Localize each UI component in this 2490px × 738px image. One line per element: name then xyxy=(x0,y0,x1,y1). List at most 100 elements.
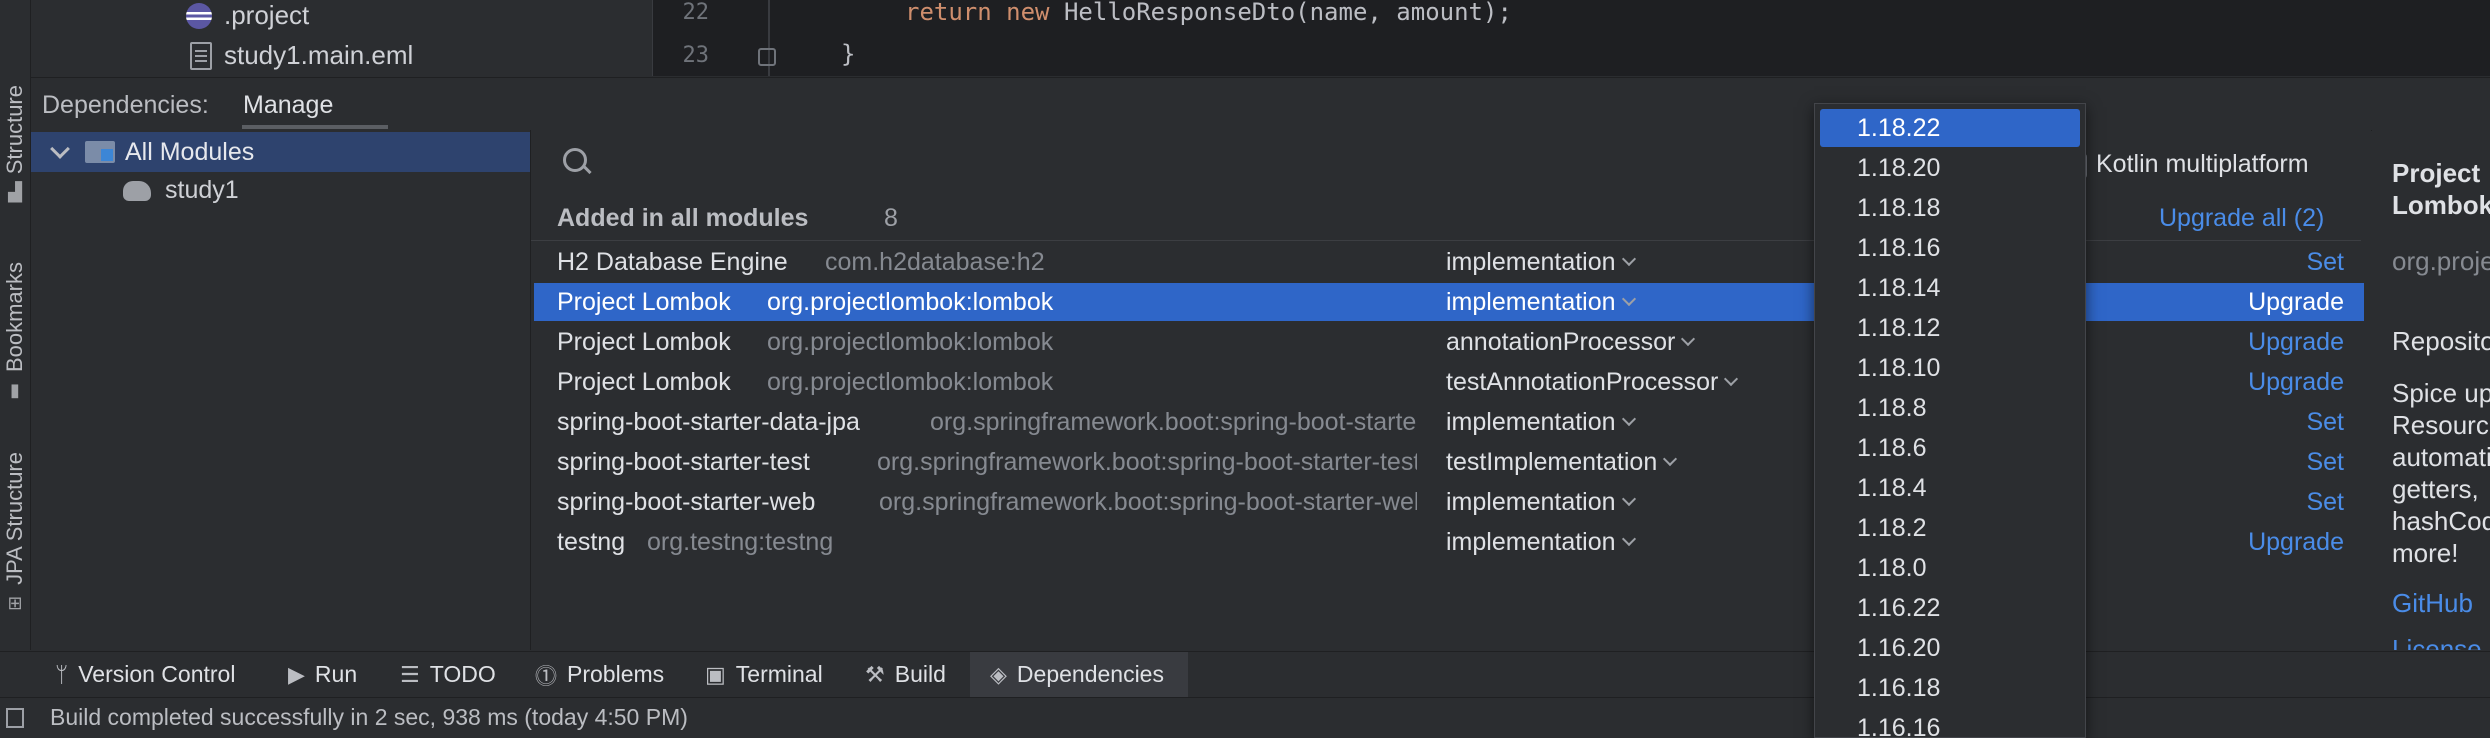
upgrade-link[interactable]: Upgrade xyxy=(2248,368,2344,397)
left-tool-strip: Structure ▟ Bookmarks ▮ JPA Structure ⊞ xyxy=(0,0,31,650)
module-item-study1[interactable]: study1 xyxy=(123,176,239,205)
version-option[interactable]: 1.16.22 xyxy=(1820,589,2080,627)
version-label: 1.18.22 xyxy=(1857,114,1941,142)
dependency-coord: org.springframework.boot:spring-boot-sta… xyxy=(877,448,1417,476)
dependency-info-panel: Project Lombok org.projectlombok Reposit… xyxy=(2372,130,2490,650)
version-option[interactable]: 1.18.22 xyxy=(1820,109,2080,147)
code-editor[interactable]: 22 23 return new HelloResponseDto(name, … xyxy=(652,0,2490,76)
version-option[interactable]: 1.18.12 xyxy=(1820,309,2080,347)
search-icon[interactable] xyxy=(563,148,587,172)
version-label: 1.16.20 xyxy=(1857,634,1941,662)
branch-icon: ᛘ xyxy=(55,661,69,687)
structure-tab-label: Structure xyxy=(2,85,27,175)
tab-label: TODO xyxy=(429,661,496,687)
project-tree: .project study1.main.eml xyxy=(31,0,651,76)
tree-item-eml[interactable]: study1.main.eml xyxy=(190,40,413,71)
dependency-name: Project Lombok xyxy=(557,368,731,396)
bookmarks-tab-label: Bookmarks xyxy=(2,262,27,373)
set-version-link[interactable]: Set xyxy=(2306,408,2344,437)
upgrade-link[interactable]: Upgrade xyxy=(2248,288,2344,317)
version-option[interactable]: 1.18.4 xyxy=(1820,469,2080,507)
status-panel-icon[interactable] xyxy=(6,708,24,728)
version-option[interactable]: 1.18.10 xyxy=(1820,349,2080,387)
dependency-row[interactable]: Project Lombok org.projectlombok:lombok … xyxy=(534,363,2364,401)
fold-icon[interactable] xyxy=(758,48,776,66)
scope-dropdown[interactable]: implementation xyxy=(1446,408,1636,437)
info-desc-line: hashCode xyxy=(2392,506,2490,536)
version-option[interactable]: 1.18.2 xyxy=(1820,509,2080,547)
tab-manage[interactable]: Manage xyxy=(243,91,333,120)
dependency-name: spring-boot-starter-data-jpa xyxy=(557,408,860,436)
chevron-down-icon[interactable] xyxy=(50,139,70,159)
dependency-name: H2 Database Engine xyxy=(557,248,788,276)
all-modules-label: All Modules xyxy=(125,137,255,166)
version-option[interactable]: 1.16.16 xyxy=(1820,709,2080,737)
version-option[interactable]: 1.18.14 xyxy=(1820,269,2080,307)
dependency-row[interactable]: spring-boot-starter-test org.springframe… xyxy=(534,443,2364,481)
version-option[interactable]: 1.18.18 xyxy=(1820,189,2080,227)
license-link[interactable]: License xyxy=(2392,634,2482,650)
dependency-row[interactable]: Project Lombok org.projectlombok:lombok … xyxy=(534,323,2364,361)
dependency-row[interactable]: Project Lombok org.projectlombok:lombok … xyxy=(534,283,2364,321)
bookmarks-tab[interactable]: Bookmarks ▮ xyxy=(0,262,30,401)
set-version-link[interactable]: Set xyxy=(2306,488,2344,517)
version-label: 1.18.8 xyxy=(1857,394,1927,422)
version-option[interactable]: 1.16.20 xyxy=(1820,629,2080,667)
chevron-down-icon xyxy=(1621,251,1636,267)
version-option[interactable]: 1.18.20 xyxy=(1820,149,2080,187)
version-option[interactable]: 1.18.16 xyxy=(1820,229,2080,267)
dependency-name: Project Lombok xyxy=(557,288,731,316)
upgrade-link[interactable]: Upgrade xyxy=(2248,528,2344,557)
gradle-icon xyxy=(123,180,151,201)
scope-dropdown[interactable]: annotationProcessor xyxy=(1446,328,1696,357)
dependency-row[interactable]: spring-boot-starter-web org.springframew… xyxy=(534,483,2364,521)
dependency-coord: org.springframework.boot:spring-boot-sta… xyxy=(930,408,1418,436)
chevron-down-icon xyxy=(1724,371,1739,387)
dependency-row[interactable]: testng org.testng:testng implementation … xyxy=(534,523,2364,561)
tab-terminal[interactable]: ▣ Terminal xyxy=(705,652,823,697)
tab-version-control[interactable]: ᛘ Version Control xyxy=(55,652,235,697)
all-modules-item[interactable]: All Modules xyxy=(31,132,530,172)
version-option[interactable]: 1.16.18 xyxy=(1820,669,2080,707)
jpa-structure-tab[interactable]: JPA Structure ⊞ xyxy=(0,452,30,614)
info-title-line1: Project xyxy=(2392,158,2481,188)
version-label: 1.18.14 xyxy=(1857,274,1941,302)
version-label: 1.18.10 xyxy=(1857,354,1941,382)
set-version-link[interactable]: Set xyxy=(2306,448,2344,477)
tab-problems[interactable]: ⓵ Problems xyxy=(535,652,664,697)
scope-dropdown[interactable]: implementation xyxy=(1446,528,1636,557)
tree-item-project[interactable]: .project xyxy=(186,0,309,31)
scope-label: testAnnotationProcessor xyxy=(1446,368,1719,396)
set-version-link[interactable]: Set xyxy=(2306,248,2344,277)
list-icon: ☰ xyxy=(400,661,420,687)
version-option[interactable]: 1.18.0 xyxy=(1820,549,2080,587)
structure-icon: ▟ xyxy=(8,182,22,203)
scope-dropdown[interactable]: testImplementation xyxy=(1446,448,1678,477)
dependency-row[interactable]: spring-boot-starter-data-jpa org.springf… xyxy=(534,403,2364,441)
version-option[interactable]: 1.18.6 xyxy=(1820,429,2080,467)
version-option[interactable]: 1.18.8 xyxy=(1820,389,2080,427)
layers-icon: ◈ xyxy=(990,661,1007,687)
section-count: 8 xyxy=(884,204,898,232)
tab-label: Problems xyxy=(567,661,665,687)
info-desc-line: more! xyxy=(2392,538,2459,568)
tab-run[interactable]: ▶ Run xyxy=(288,652,357,697)
scope-dropdown[interactable]: implementation xyxy=(1446,288,1636,317)
hammer-icon: ⚒ xyxy=(865,661,885,687)
github-link[interactable]: GitHub xyxy=(2392,588,2473,619)
scope-dropdown[interactable]: implementation xyxy=(1446,248,1636,277)
tab-todo[interactable]: ☰ TODO xyxy=(400,652,496,697)
file-icon xyxy=(190,41,212,70)
tab-dependencies[interactable]: ◈ Dependencies xyxy=(970,652,1188,697)
tab-build[interactable]: ⚒ Build xyxy=(865,652,946,697)
dependency-row[interactable]: H2 Database Engine com.h2database:h2 imp… xyxy=(534,243,2364,281)
scope-dropdown[interactable]: testAnnotationProcessor xyxy=(1446,368,1739,397)
upgrade-link[interactable]: Upgrade xyxy=(2248,328,2344,357)
dependencies-title: Dependencies: xyxy=(42,91,209,119)
scope-dropdown[interactable]: implementation xyxy=(1446,488,1636,517)
structure-tab[interactable]: Structure ▟ xyxy=(0,85,30,203)
upgrade-all-link[interactable]: Upgrade all (2) xyxy=(2159,204,2324,233)
version-dropdown[interactable]: 1.18.22 1.18.20 1.18.18 1.18.16 1.18.14 … xyxy=(1814,103,2086,738)
dependency-name: testng xyxy=(557,528,626,556)
dependency-name: spring-boot-starter-test xyxy=(557,448,810,476)
